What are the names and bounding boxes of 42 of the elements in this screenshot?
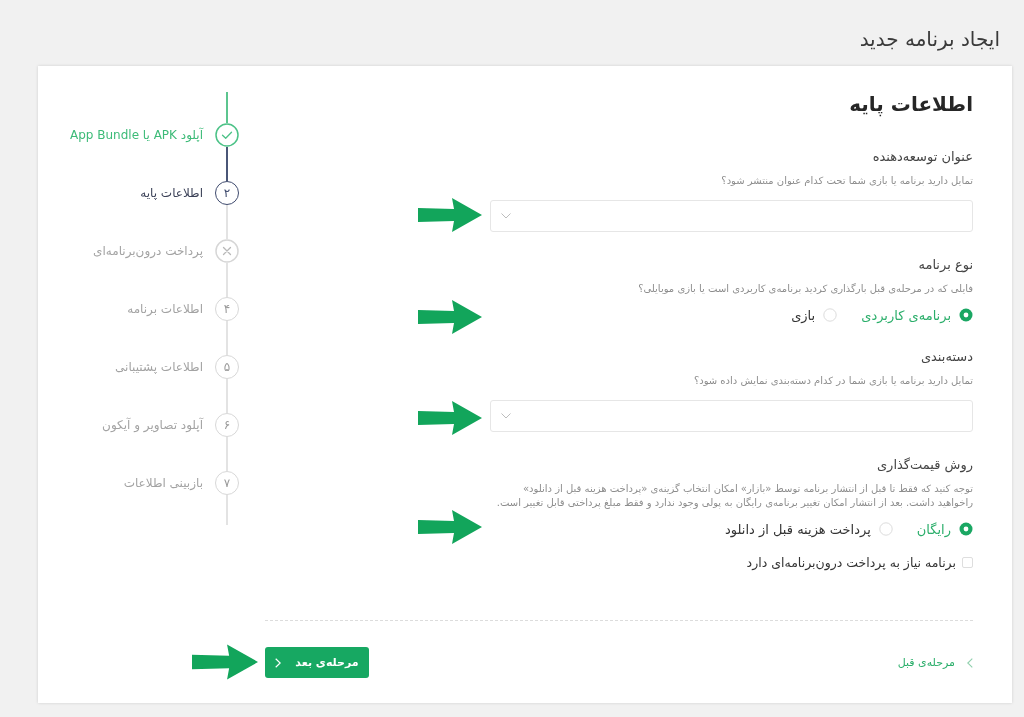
step-label: پرداخت درون‌برنامه‌ای xyxy=(93,244,203,258)
chevron-left-icon xyxy=(967,657,973,668)
arrow-icon xyxy=(418,300,482,334)
section-heading: اطلاعات پایه xyxy=(848,92,973,116)
field-label: نوع برنامه xyxy=(917,256,973,274)
radio-label[interactable]: بازی xyxy=(791,307,816,323)
select-field[interactable] xyxy=(490,200,973,232)
radio-button[interactable] xyxy=(878,522,893,536)
radio-label[interactable]: رایگان xyxy=(916,521,951,537)
arrow-icon xyxy=(418,198,482,232)
field-hint: فایلی که در مرحله‌ی قبل بارگذاری کردید برنامه‌ی کاربردی است یا بازی موبایلی؟ xyxy=(637,282,973,296)
step-label: بازبینی اطلاعات xyxy=(123,476,203,490)
step-label: اطلاعات پایه xyxy=(140,186,203,200)
checkbox[interactable] xyxy=(962,556,973,568)
chevron-down-icon xyxy=(501,413,511,419)
field-hint: توجه کنید که فقط تا قبل از انتشار برنامه توسط «بازار» امکان انتخاب گزینه‌ی «پرداخت هزینه قبل از دانلود» راخواهید داشت. بعد از انتشار امکان تغییر برنامه‌ی رایگان به پولی وجود ندارد و فقط مبلغ پرداختی قابل تغییر است. xyxy=(495,482,973,510)
step-label: اطلاعات برنامه xyxy=(127,302,203,316)
stepper-line xyxy=(226,147,228,181)
radio-label[interactable]: برنامه‌ی کاربردی xyxy=(861,307,951,323)
next-button[interactable]: مرحله‌ی بعد xyxy=(265,647,369,678)
arrow-icon xyxy=(192,644,258,680)
step-label: اطلاعات پشتیبانی xyxy=(115,360,203,374)
field-label: دسته‌بندی xyxy=(919,348,973,366)
radio-button[interactable] xyxy=(959,308,973,322)
field-label: روش قیمت‌گذاری xyxy=(875,456,973,474)
field-label: عنوان توسعه‌دهنده xyxy=(871,148,973,166)
field-hint: تمایل دارید برنامه یا بازی شما در کدام دسته‌بندی نمایش داده شود؟ xyxy=(692,374,973,388)
select-field[interactable] xyxy=(490,400,973,432)
arrow-icon xyxy=(418,401,482,435)
page-title: ایجاد برنامه جدید xyxy=(859,27,1000,51)
step-label: آپلود APK یا App Bundle xyxy=(70,128,203,142)
arrow-icon xyxy=(418,510,482,544)
field-hint: تمایل دارید برنامه یا بازی شما تحت کدام عنوان منتشر شود؟ xyxy=(720,174,973,188)
back-link[interactable]: مرحله‌ی قبل xyxy=(897,656,973,669)
step-label: آپلود تصاویر و آیکون xyxy=(102,418,203,432)
chevron-down-icon xyxy=(501,213,511,219)
radio-button[interactable] xyxy=(823,308,838,322)
radio-button[interactable] xyxy=(959,522,973,536)
chevron-right-icon xyxy=(275,657,282,668)
checkbox-label[interactable]: برنامه نیاز به پرداخت درون‌برنامه‌ای دارد xyxy=(746,554,956,570)
radio-label[interactable]: پرداخت هزینه قبل از دانلود xyxy=(725,521,871,537)
stepper-line xyxy=(226,92,228,123)
